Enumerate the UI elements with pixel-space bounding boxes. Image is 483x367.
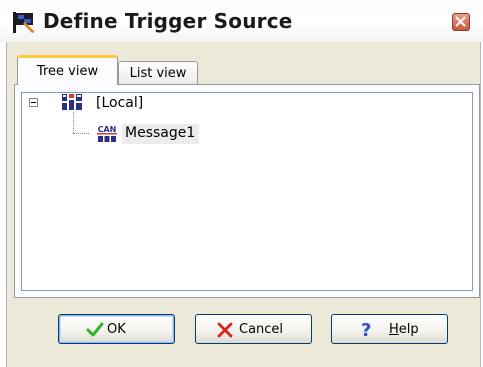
tree-collapse-toggle[interactable] xyxy=(29,98,38,107)
tree-node-message1[interactable]: Message1 xyxy=(122,124,200,144)
define-trigger-source-dialog: Define Trigger Source Tree view List vie… xyxy=(0,0,483,367)
close-icon xyxy=(455,16,466,27)
network-node-icon xyxy=(62,94,82,110)
can-message-icon: CAN xyxy=(97,125,117,142)
svg-text:CAN: CAN xyxy=(98,125,117,134)
cancel-button[interactable]: Cancel xyxy=(195,314,312,344)
source-tree[interactable] xyxy=(21,92,473,291)
question-icon: ? xyxy=(361,320,372,341)
title-bar[interactable]: Define Trigger Source xyxy=(0,0,483,42)
help-button[interactable]: ? Help xyxy=(331,314,448,344)
dialog-title: Define Trigger Source xyxy=(43,9,293,33)
cancel-button-label: Cancel xyxy=(239,322,284,337)
close-button[interactable] xyxy=(452,13,470,31)
flag-icon xyxy=(13,12,35,33)
tab-list-view[interactable]: List view xyxy=(118,61,198,85)
tree-connector-line xyxy=(73,112,74,133)
x-icon xyxy=(217,322,233,338)
checkmark-icon xyxy=(86,322,104,337)
tree-connector-line xyxy=(73,133,89,134)
tab-tree-view[interactable]: Tree view xyxy=(17,55,118,85)
help-button-label: Help xyxy=(389,322,419,337)
ok-button[interactable]: OK xyxy=(58,314,175,344)
tree-node-local[interactable]: [Local] xyxy=(96,95,143,111)
ok-button-label: OK xyxy=(107,322,126,337)
